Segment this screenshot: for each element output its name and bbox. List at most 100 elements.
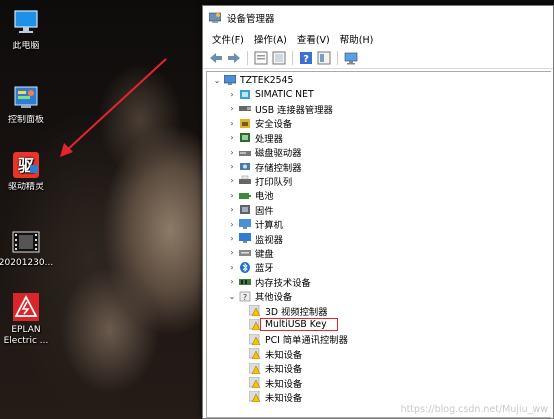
- expand-chevron-icon[interactable]: ›: [227, 90, 237, 99]
- watermark: https://blog.csdn.net/Mujiu_ww: [400, 404, 548, 415]
- desktop-icon-video-file[interactable]: 20201230...: [0, 229, 55, 269]
- tree-item-label: 蓝牙: [255, 263, 274, 275]
- desktop-icon-control-panel[interactable]: 控制面板: [0, 84, 55, 126]
- menu-file[interactable]: 文件(F): [207, 32, 249, 46]
- expand-chevron-icon[interactable]: ›: [227, 248, 237, 257]
- tree-item-label: 处理器: [255, 133, 283, 145]
- expand-chevron-icon[interactable]: ›: [227, 176, 237, 185]
- desktop-icon-driver-genius[interactable]: 驱 驱动精灵: [0, 151, 55, 193]
- video-file-icon: [12, 231, 40, 253]
- collapse-chevron-icon[interactable]: ⌄: [227, 292, 237, 301]
- warning-device-icon: [249, 348, 261, 360]
- expand-chevron-icon[interactable]: ›: [227, 263, 237, 272]
- device-unknown-4[interactable]: 未知设备: [247, 390, 302, 404]
- desktop-icon-label: EPLAN: [11, 325, 41, 335]
- monitor-icon: [239, 233, 251, 244]
- tree-item-firmware[interactable]: › 固件: [227, 203, 274, 217]
- expand-chevron-icon[interactable]: ›: [227, 220, 237, 229]
- svg-text:?: ?: [303, 54, 309, 65]
- tree-item-batteries[interactable]: › 电池: [227, 188, 273, 203]
- device-3d-video-controller[interactable]: 3D 视频控制器: [247, 303, 328, 318]
- show-hidden-icon: [317, 51, 331, 64]
- firmware-icon: [240, 205, 250, 215]
- desktop-icon-label: Electric ...: [3, 336, 49, 346]
- expand-chevron-icon[interactable]: ›: [227, 234, 237, 243]
- device-unknown-1[interactable]: 未知设备: [247, 347, 302, 361]
- expand-chevron-icon[interactable]: ›: [227, 104, 237, 113]
- tree-item-label: 打印队列: [255, 176, 293, 188]
- printer-icon: [239, 176, 251, 185]
- back-button[interactable]: [208, 50, 224, 66]
- tree-item-other-devices[interactable]: ⌄ ? 其他设备: [227, 289, 292, 303]
- cpu-icon: [240, 133, 250, 143]
- title-bar[interactable]: 设备管理器: [203, 6, 553, 30]
- forward-arrow-icon: [228, 52, 240, 63]
- tree-item-security-devices[interactable]: › 安全设备: [227, 116, 292, 130]
- help-icon: ?: [300, 51, 312, 65]
- help-button[interactable]: ?: [298, 50, 314, 66]
- tree-root[interactable]: ⌄ TZTEK2545: [212, 73, 293, 87]
- svg-text:?: ?: [243, 293, 247, 302]
- desktop-icon-this-pc[interactable]: 此电脑: [0, 8, 55, 52]
- update-driver-button[interactable]: [271, 50, 287, 66]
- usb-icon: [239, 106, 251, 112]
- tree-item-computer[interactable]: › 计算机: [227, 217, 283, 231]
- toolbar-separator: [292, 50, 293, 65]
- scan-hardware-button[interactable]: [343, 50, 359, 66]
- tree-item-bluetooth[interactable]: › 蓝牙: [227, 260, 274, 274]
- device-pci-simple-comm-controller[interactable]: PCI 简单通讯控制器: [247, 332, 348, 346]
- show-hidden-button[interactable]: [316, 50, 332, 66]
- warning-device-icon: [249, 391, 261, 403]
- tree-item-keyboards[interactable]: › 键盘: [227, 246, 273, 260]
- warning-device-icon: [249, 362, 261, 374]
- menu-view[interactable]: 查看(V): [292, 32, 335, 46]
- tree-item-usb-connector-manager[interactable]: › USB 连接器管理器: [227, 102, 332, 116]
- other-devices-icon: ?: [239, 291, 251, 302]
- keyboard-icon: [239, 250, 251, 257]
- desktop-icon-eplan[interactable]: EPLAN Electric ...: [0, 292, 55, 347]
- forward-button[interactable]: [226, 50, 242, 66]
- expand-chevron-icon[interactable]: ›: [227, 277, 237, 286]
- tree-item-label: 其他设备: [255, 292, 293, 304]
- desktop-icon-label: 驱动精灵: [7, 182, 44, 192]
- tree-item-print-queues[interactable]: › 打印队列: [227, 174, 292, 188]
- back-arrow-icon: [210, 52, 222, 63]
- desktop-icon-label: 控制面板: [7, 115, 44, 125]
- device-label: 未知设备: [265, 378, 303, 390]
- monitor-scan-icon: [344, 52, 358, 64]
- tree-item-label: 安全设备: [255, 119, 293, 131]
- update-driver-icon: [272, 51, 286, 64]
- toolbar-separator: [337, 50, 338, 65]
- memory-icon: [239, 279, 251, 286]
- storage-icon: [240, 163, 250, 171]
- toolbar-separator: [247, 50, 248, 65]
- expand-chevron-icon[interactable]: ›: [227, 205, 237, 214]
- device-label: 未知设备: [265, 392, 303, 404]
- tree-item-memory-technology-devices[interactable]: › 内存技术设备: [227, 275, 310, 289]
- expand-chevron-icon[interactable]: ›: [227, 162, 237, 171]
- device-label: 未知设备: [265, 349, 303, 361]
- expand-chevron-icon[interactable]: ›: [227, 148, 237, 157]
- tree-root-label: TZTEK2545: [240, 74, 294, 86]
- device-unknown-3[interactable]: 未知设备: [247, 375, 303, 390]
- tree-item-simatic-net[interactable]: › SIMATIC NET: [227, 87, 313, 101]
- toolbar: ?: [203, 47, 553, 69]
- disk-icon: [239, 150, 251, 156]
- tree-item-processors[interactable]: › 处理器: [227, 131, 283, 145]
- expand-chevron-icon[interactable]: ›: [227, 119, 237, 128]
- device-unknown-2[interactable]: 未知设备: [247, 361, 302, 375]
- tree-item-disk-drives[interactable]: › 磁盘驱动器: [227, 145, 301, 160]
- computer-icon: [224, 74, 236, 85]
- menu-action[interactable]: 操作(A): [249, 32, 292, 46]
- tree-item-label: 监视器: [255, 234, 283, 246]
- bluetooth-icon: [240, 261, 250, 273]
- tree-item-storage-controllers[interactable]: › 存储控制器: [227, 159, 301, 174]
- expand-chevron-icon[interactable]: ›: [227, 133, 237, 142]
- properties-button[interactable]: [253, 50, 269, 66]
- device-manager-icon: [209, 12, 221, 23]
- tree-item-monitors[interactable]: › 监视器: [227, 231, 283, 246]
- expand-chevron-icon[interactable]: ›: [227, 191, 237, 200]
- collapse-chevron-icon[interactable]: ⌄: [212, 76, 222, 85]
- menu-help[interactable]: 帮助(H): [335, 32, 379, 46]
- tree-item-label: 固件: [255, 205, 274, 217]
